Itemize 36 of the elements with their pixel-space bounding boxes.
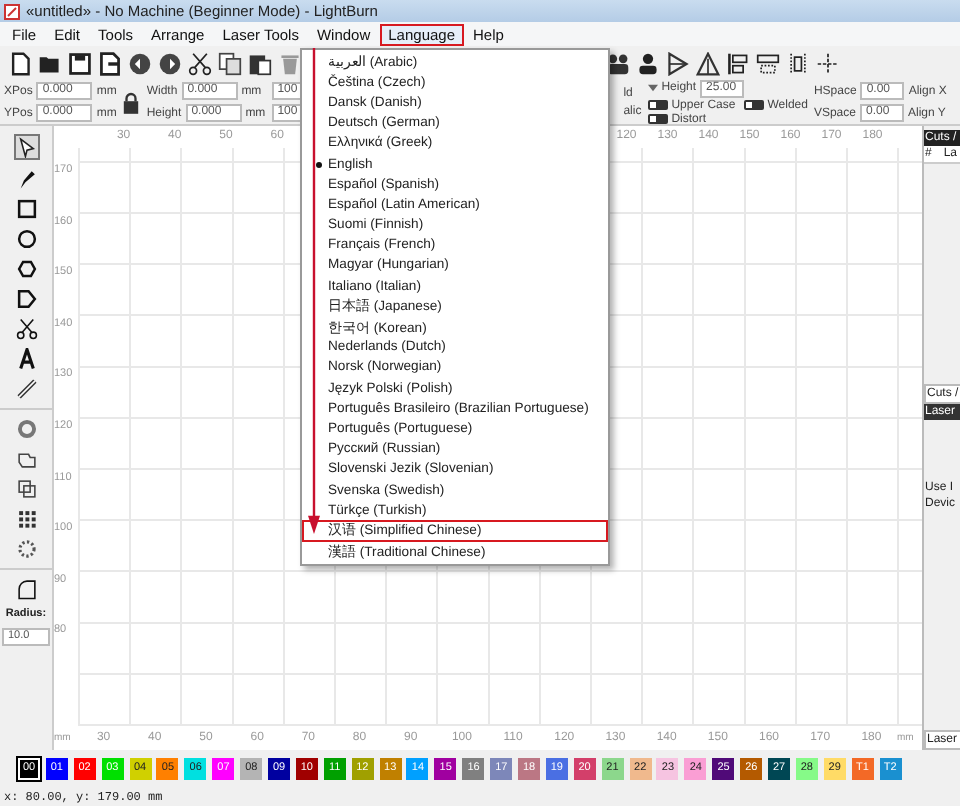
- align-left-icon[interactable]: [726, 51, 750, 75]
- spacing-icon[interactable]: [786, 51, 810, 75]
- text-tool-icon[interactable]: [15, 348, 37, 370]
- rectangle-icon[interactable]: [15, 198, 37, 220]
- crosshair-icon[interactable]: [816, 51, 840, 75]
- new-file-icon[interactable]: [8, 51, 32, 75]
- mirror-icon[interactable]: [666, 51, 690, 75]
- polygon-icon[interactable]: [15, 258, 37, 280]
- measure-icon[interactable]: [15, 378, 37, 400]
- redo-icon[interactable]: [158, 51, 182, 75]
- ellipse-icon[interactable]: [15, 228, 37, 250]
- circular-array-icon[interactable]: [15, 538, 37, 560]
- scissors-icon[interactable]: [15, 318, 37, 340]
- folder-icon[interactable]: [38, 51, 62, 75]
- toggle-switch[interactable]: [647, 100, 668, 110]
- copy-icon[interactable]: [218, 51, 242, 75]
- paste-icon[interactable]: [248, 51, 272, 75]
- export-icon[interactable]: [98, 51, 122, 75]
- overlap-icon[interactable]: [15, 478, 37, 500]
- select-arrow-icon[interactable]: [13, 134, 39, 160]
- grid-array-icon[interactable]: [15, 508, 37, 530]
- caret-icon[interactable]: [647, 84, 658, 92]
- corner-radius-icon[interactable]: [15, 578, 37, 600]
- shape-icon[interactable]: [15, 288, 37, 310]
- person-icon[interactable]: [636, 51, 660, 75]
- weld-icon[interactable]: [15, 448, 37, 470]
- triangle-icon[interactable]: [696, 51, 720, 75]
- save-icon[interactable]: [68, 51, 92, 75]
- toggle-switch[interactable]: [743, 100, 764, 110]
- toggle-switch[interactable]: [647, 114, 668, 124]
- undo-icon[interactable]: [128, 51, 152, 75]
- lock-icon[interactable]: [122, 91, 141, 113]
- scissors-icon[interactable]: [188, 51, 212, 75]
- pen-icon[interactable]: [15, 168, 37, 190]
- distribute-icon[interactable]: [756, 51, 780, 75]
- offset-icon[interactable]: [15, 418, 37, 440]
